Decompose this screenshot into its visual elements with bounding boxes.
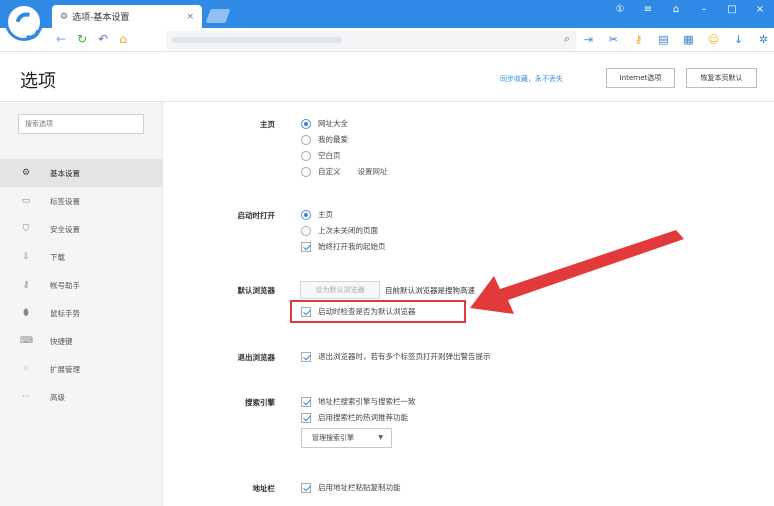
hotword-checkbox[interactable]: 启用搜索栏的热词推荐功能 [301,412,408,423]
sync-link[interactable]: 同步收藏，永不丢失 [500,74,563,84]
toolbar: ← ↻ ↶ ⌂ ⌕ ⇥ ✂ ⚷ ▤ ▦ ☺ ↓ ✲ [0,28,774,52]
sidebar-item-label: 高级 [50,392,65,402]
sidebar-item-label: 标签设置 [50,196,80,206]
tab-icon: ▭ [21,196,31,206]
smile-icon[interactable]: ☺ [707,32,720,47]
homepage-option[interactable]: 我的最爱 [301,134,348,145]
mouse-icon: ⬮ [23,308,29,318]
scissors-icon[interactable]: ✂ [607,32,620,47]
extensions-icon: ⁘ [22,364,30,374]
settings-content: 主页 网址大全 我的最爱 空白页 自定义 设置网址 启动时打开 主页 上次未关闭的… [163,102,774,506]
page-title: 选项 [20,71,56,92]
window-controls: ① ≡ ⌂ – □ × [614,4,766,15]
exit-browser-label: 退出浏览器 [237,353,276,362]
book-icon[interactable]: ▤ [657,32,670,47]
sidebar-item-label: 扩展管理 [50,364,80,374]
tab-options[interactable]: ⚙ 选项-基本设置 × [52,5,202,28]
search-engine-label: 搜索引擎 [245,398,275,407]
chevron-down-icon: ▼ [378,434,383,441]
browser-logo[interactable] [5,3,43,41]
radio-button[interactable] [301,225,311,236]
shield-icon: ⛉ [22,224,30,234]
download-icon[interactable]: ↓ [732,32,745,47]
sidebar-item[interactable]: ⛉ 安全设置 [0,215,163,243]
gear-icon: ⚙ [60,11,69,22]
maximize-icon[interactable]: □ [726,4,738,15]
sidebar-item-label: 安全设置 [50,224,80,234]
sidebar-item[interactable]: ⚷ 帐号助手 [0,271,163,299]
checkbox[interactable] [301,412,311,423]
homepage-label: 主页 [260,120,275,129]
sidebar-item[interactable]: ··· 高级 [0,383,163,411]
radio-button[interactable] [301,118,311,129]
sidebar-item-label: 下载 [50,252,65,262]
radio-button[interactable] [301,134,311,145]
manage-search-engine-dropdown[interactable]: 管理搜索引擎 ▼ [301,428,392,448]
restore-defaults-button[interactable]: 恢复本页默认 [686,68,757,88]
address-text [172,37,342,43]
set-default-browser-button[interactable]: 设为默认浏览器 [300,281,380,299]
menu-icon[interactable]: ≡ [642,4,654,15]
grid-icon[interactable]: ▦ [682,32,695,47]
sidebar-list: ⚙ 基本设置 ▭ 标签设置 ⛉ 安全设置 ⇩ 下载 ⚷ 帐号助手 ⬮ 鼠标手势 ⌨ 快捷键 ⁘ 扩展管理 ···… [0,159,163,411]
radio-button[interactable] [301,166,311,177]
sidebar-item[interactable]: ⌨ 快捷键 [0,327,163,355]
checkbox[interactable] [301,482,311,493]
default-browser-label: 默认浏览器 [237,286,276,295]
gear-icon: ⚙ [21,168,31,178]
checkbox[interactable] [301,241,311,252]
sidebar: ⚙ 基本设置 ▭ 标签设置 ⛉ 安全设置 ⇩ 下载 ⚷ 帐号助手 ⬮ 鼠标手势 ⌨ 快捷键 ⁘ 扩展管理 ···… [0,102,163,506]
tab-label: 选项-基本设置 [72,13,130,23]
startup-checkbox[interactable]: 始终打开我的起始页 [301,241,386,252]
sidebar-item[interactable]: ⚙ 基本设置 [0,159,163,187]
default-browser-status: 目前默认浏览器是搜狗高速 [385,286,475,295]
more-icon: ··· [21,392,31,402]
checkbox[interactable] [301,351,311,362]
homepage-option[interactable]: 网址大全 [301,118,348,129]
homepage-option[interactable]: 空白页 [301,150,341,161]
sidebar-item[interactable]: ▭ 标签设置 [0,187,163,215]
key-icon: ⚷ [22,280,30,290]
sidebar-item[interactable]: ⁘ 扩展管理 [0,355,163,383]
back-arrow-icon[interactable]: ← [56,32,66,46]
highlight-box [290,300,466,323]
sidebar-item-label: 鼠标手势 [50,308,80,318]
exit-warning-checkbox[interactable]: 退出浏览器时，若有多个标签页打开则弹出警告提示 [301,351,491,362]
startup-option[interactable]: 主页 [301,209,333,220]
homepage-option[interactable]: 自定义 设置网址 [301,166,388,177]
sidebar-item-label: 快捷键 [50,336,73,346]
sidebar-item[interactable]: ⇩ 下载 [0,243,163,271]
skin-icon[interactable]: ⌂ [670,4,682,15]
shortcut-icon: ⌨ [20,336,33,346]
download-icon: ⇩ [22,252,30,262]
close-window-icon[interactable]: × [754,4,766,15]
address-bar[interactable]: ⌕ [166,31,576,49]
options-header: 选项 同步收藏，永不丢失 Internet选项 恢复本页默认 [0,52,774,102]
radio-button[interactable] [301,209,311,220]
search-engine-checkbox[interactable]: 地址栏搜索引擎与搜索栏一致 [301,396,416,407]
settings-icon[interactable]: ✲ [757,32,770,47]
refresh-icon[interactable]: ↻ [77,32,87,46]
radio-button[interactable] [301,150,311,161]
search-input[interactable] [18,114,144,134]
address-bar-checkbox[interactable]: 启用地址栏粘贴复制功能 [301,482,401,493]
set-url-link[interactable]: 设置网址 [358,166,388,177]
address-bar-label: 地址栏 [252,484,276,493]
sidebar-item-label: 帐号助手 [50,280,80,290]
sidebar-item[interactable]: ⬮ 鼠标手势 [0,299,163,327]
badge-icon[interactable]: ① [614,4,626,15]
home-icon[interactable]: ⌂ [119,32,127,46]
internet-options-button[interactable]: Internet选项 [606,68,675,88]
sidebar-icon[interactable]: ⇥ [582,32,595,47]
checkbox[interactable] [301,396,311,407]
startup-label: 启动时打开 [237,211,276,220]
startup-option[interactable]: 上次未关闭的页面 [301,225,378,236]
minimize-icon[interactable]: – [698,4,710,15]
search-icon[interactable]: ⌕ [564,32,570,46]
sidebar-item-label: 基本设置 [50,168,80,178]
key-icon[interactable]: ⚷ [632,32,645,47]
undo-icon[interactable]: ↶ [98,32,108,46]
close-icon[interactable]: × [186,12,194,22]
